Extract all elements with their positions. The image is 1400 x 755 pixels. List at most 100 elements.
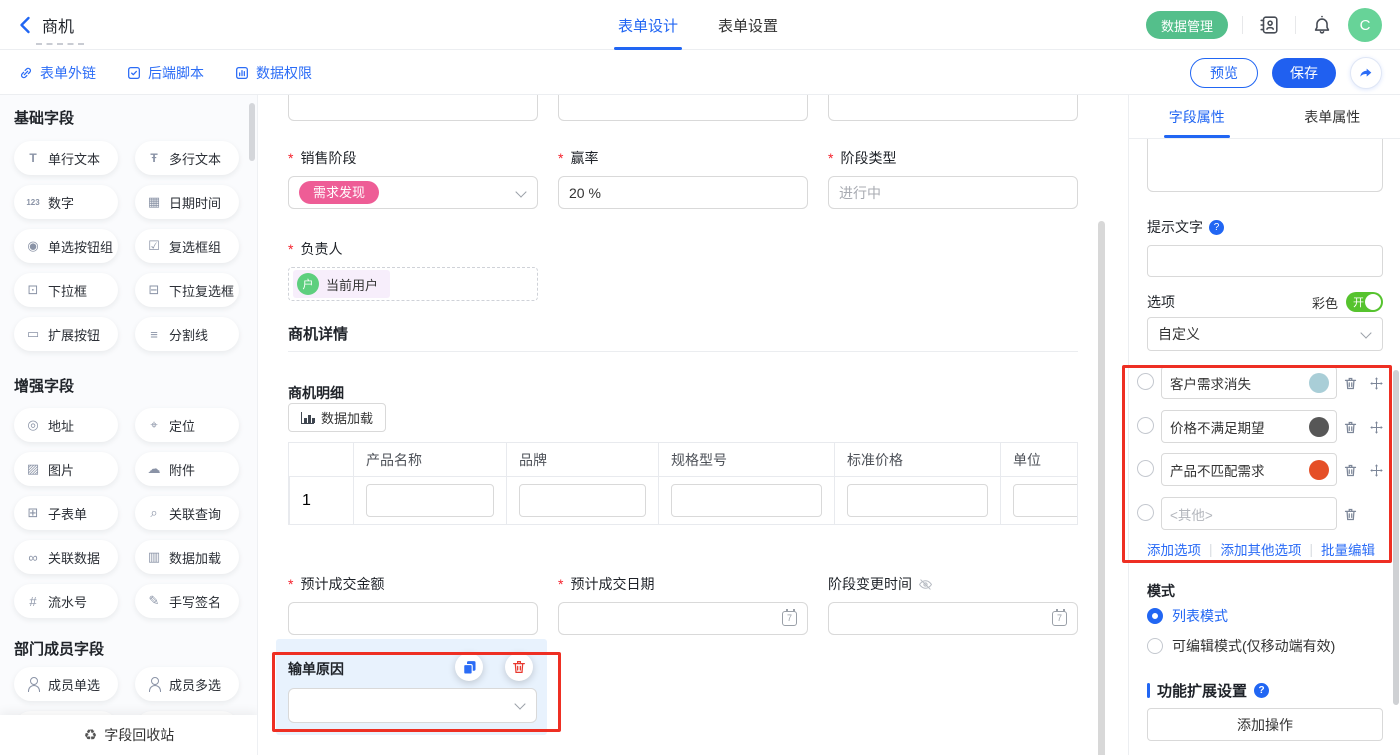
panel-scrollbar[interactable] xyxy=(1393,370,1399,705)
field-item-datetime[interactable]: 日期时间 xyxy=(135,185,239,219)
field-win-rate[interactable]: 赢率 20 % xyxy=(558,148,808,209)
field-item-divider[interactable]: 分割线 xyxy=(135,317,239,351)
option-text-input[interactable]: 产品不匹配需求 xyxy=(1161,453,1337,486)
field-item-single-line-text[interactable]: 单行文本 xyxy=(14,141,118,175)
field-item-data-load[interactable]: 数据加载 xyxy=(135,540,239,574)
field-item-member-single[interactable]: 成员单选 xyxy=(14,667,118,701)
data-manage-button[interactable]: 数据管理 xyxy=(1146,11,1228,39)
selected-field-lost-reason[interactable]: 输单原因 xyxy=(276,639,547,735)
field-item-related-query[interactable]: 关联查询 xyxy=(135,496,239,530)
tab-form-properties[interactable]: 表单属性 xyxy=(1265,95,1400,138)
hint-text-input[interactable] xyxy=(1147,245,1383,277)
option-text-input[interactable]: 价格不满足期望 xyxy=(1161,410,1337,443)
trash-icon xyxy=(511,659,527,675)
field-item-number[interactable]: 数字 xyxy=(14,185,118,219)
move-option-handle[interactable] xyxy=(1367,418,1385,436)
sales-stage-select[interactable]: 需求发现 xyxy=(288,176,538,209)
lost-reason-select[interactable] xyxy=(288,688,537,723)
field-stage-type[interactable]: 阶段类型 进行中 xyxy=(828,148,1078,209)
color-toggle[interactable]: 开 xyxy=(1346,292,1383,312)
other-option-input[interactable]: <其他> xyxy=(1161,497,1337,530)
delete-field-button[interactable] xyxy=(505,653,533,681)
field-sales-stage[interactable]: 销售阶段 需求发现 xyxy=(288,148,538,209)
field-owner[interactable]: 负责人 户 当前用户 xyxy=(288,239,538,301)
tab-form-settings[interactable]: 表单设置 xyxy=(718,0,778,50)
cut-input[interactable] xyxy=(288,95,538,121)
option-text-input[interactable]: 客户需求消失 xyxy=(1161,366,1337,399)
option-radio[interactable] xyxy=(1137,373,1154,390)
delete-option-button[interactable] xyxy=(1341,505,1359,523)
field-item-dropdown[interactable]: 下拉框 xyxy=(14,273,118,307)
batch-edit-link[interactable]: 批量编辑 xyxy=(1321,539,1375,559)
field-item-multi-line-text[interactable]: 多行文本 xyxy=(135,141,239,175)
option-color-dot[interactable] xyxy=(1309,460,1329,480)
option-source-select[interactable]: 自定义 xyxy=(1147,317,1383,351)
tab-field-properties[interactable]: 字段属性 xyxy=(1129,95,1265,138)
data-load-button[interactable]: 数据加载 xyxy=(288,403,386,432)
mode-editable-radio[interactable]: 可编辑模式(仅移动端有效) xyxy=(1147,636,1335,656)
win-rate-input[interactable]: 20 % xyxy=(558,176,808,209)
option-radio[interactable] xyxy=(1137,417,1154,434)
save-button[interactable]: 保存 xyxy=(1272,58,1336,88)
cut-input[interactable] xyxy=(558,95,808,121)
option-radio[interactable] xyxy=(1137,504,1154,521)
option-color-dot[interactable] xyxy=(1309,417,1329,437)
add-other-option-link[interactable]: 添加其他选项 xyxy=(1221,539,1302,559)
cell-input[interactable] xyxy=(671,484,822,517)
delete-option-button[interactable] xyxy=(1341,374,1359,392)
option-radio[interactable] xyxy=(1137,460,1154,477)
question-icon[interactable] xyxy=(1209,220,1224,235)
copy-field-button[interactable] xyxy=(455,653,483,681)
field-item-subform[interactable]: 子表单 xyxy=(14,496,118,530)
stage-type-input[interactable]: 进行中 xyxy=(828,176,1078,209)
owner-picker[interactable]: 户 当前用户 xyxy=(288,267,538,301)
cut-textarea[interactable] xyxy=(1147,139,1383,192)
field-item-attachment[interactable]: 附件 xyxy=(135,452,239,486)
bell-icon[interactable] xyxy=(1310,13,1334,37)
cell-input[interactable] xyxy=(847,484,988,517)
field-item-location[interactable]: 定位 xyxy=(135,408,239,442)
question-icon[interactable] xyxy=(1254,683,1269,698)
cell-input[interactable] xyxy=(366,484,494,517)
page-title[interactable]: 商机 xyxy=(42,13,74,37)
field-expected-amount[interactable]: 预计成交金额 xyxy=(288,574,538,635)
field-item-multi-dropdown[interactable]: 下拉复选框 xyxy=(135,273,239,307)
field-item-serial-number[interactable]: 流水号 xyxy=(14,584,118,618)
field-item-radio-group[interactable]: 单选按钮组 xyxy=(14,229,118,263)
stage-change-time-input[interactable] xyxy=(828,602,1078,635)
cell-input[interactable] xyxy=(519,484,646,517)
move-option-handle[interactable] xyxy=(1367,461,1385,479)
field-item-signature[interactable]: 手写签名 xyxy=(135,584,239,618)
cut-input[interactable] xyxy=(828,95,1078,121)
field-item-checkbox-group[interactable]: 复选框组 xyxy=(135,229,239,263)
back-icon[interactable] xyxy=(14,13,38,37)
canvas-scrollbar[interactable] xyxy=(1098,221,1105,755)
avatar[interactable]: C xyxy=(1348,8,1382,42)
add-option-link[interactable]: 添加选项 xyxy=(1147,539,1201,559)
cell-input[interactable] xyxy=(1013,484,1078,517)
tab-form-design[interactable]: 表单设计 xyxy=(618,0,678,50)
field-item-image[interactable]: 图片 xyxy=(14,452,118,486)
field-item-extend-button[interactable]: 扩展按钮 xyxy=(14,317,118,351)
share-button[interactable] xyxy=(1350,57,1382,89)
field-item-related-data[interactable]: 关联数据 xyxy=(14,540,118,574)
contacts-icon[interactable] xyxy=(1257,13,1281,37)
field-recycle-bin[interactable]: ♻ 字段回收站 xyxy=(0,715,258,755)
backend-script-link[interactable]: 后端脚本 xyxy=(126,63,204,83)
field-item-member-multi[interactable]: 成员多选 xyxy=(135,667,239,701)
delete-option-button[interactable] xyxy=(1341,418,1359,436)
preview-button[interactable]: 预览 xyxy=(1190,58,1258,88)
add-action-button[interactable]: 添加操作 xyxy=(1147,708,1383,741)
expected-amount-input[interactable] xyxy=(288,602,538,635)
field-stage-change-time[interactable]: 阶段变更时间 xyxy=(828,574,1078,635)
sidebar-scrollbar[interactable] xyxy=(249,103,255,161)
delete-option-button[interactable] xyxy=(1341,461,1359,479)
expected-date-input[interactable] xyxy=(558,602,808,635)
field-expected-date[interactable]: 预计成交日期 xyxy=(558,574,808,635)
field-item-address[interactable]: 地址 xyxy=(14,408,118,442)
form-external-link[interactable]: 表单外链 xyxy=(18,63,96,83)
option-color-dot[interactable] xyxy=(1309,373,1329,393)
mode-list-radio[interactable]: 列表模式 xyxy=(1147,606,1228,626)
data-permission-link[interactable]: 数据权限 xyxy=(234,63,312,83)
move-option-handle[interactable] xyxy=(1367,374,1385,392)
